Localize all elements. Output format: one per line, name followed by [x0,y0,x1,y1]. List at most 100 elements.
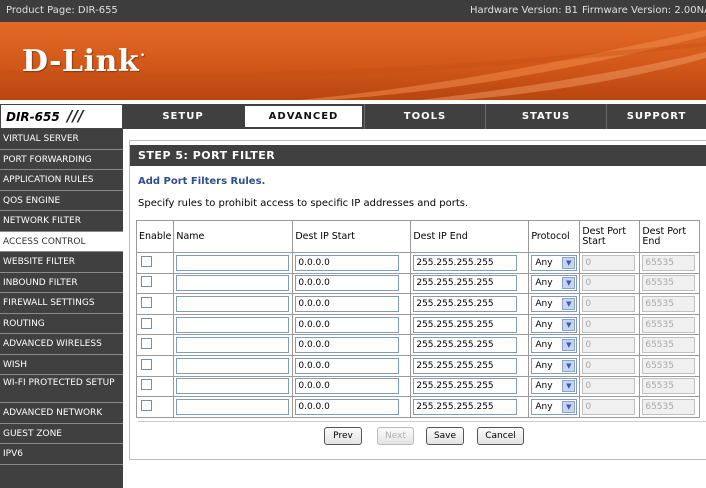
dest-port-end-input[interactable]: 65535 [642,275,696,292]
dest-ip-end-input[interactable]: 255.255.255.255 [413,275,518,292]
protocol-select[interactable]: Any ▼ [531,398,578,415]
sidebar-item-qos-engine[interactable]: QOS ENGINE [0,191,123,211]
name-input[interactable] [176,378,290,395]
ip-start-cell: 0.0.0.0 [292,396,412,418]
top-info-bar: Product Page: DIR-655 Hardware Version: … [0,0,706,22]
dest-ip-start-input[interactable]: 0.0.0.0 [295,378,400,395]
enable-checkbox[interactable] [141,276,152,288]
protocol-select[interactable]: Any ▼ [531,295,578,312]
dest-port-start-input[interactable]: 0 [582,357,636,374]
name-input[interactable] [176,398,290,415]
enable-checkbox[interactable] [141,358,152,370]
protocol-value: Any [535,278,553,289]
sidebar-item-virtual-server[interactable]: VIRTUAL SERVER [0,129,123,150]
dest-ip-start-input[interactable]: 0.0.0.0 [295,316,400,333]
sidebar-item-port-forwarding[interactable]: PORT FORWARDING [0,150,123,170]
chevron-down-icon[interactable]: ▼ [562,256,576,269]
dest-ip-end-input[interactable]: 255.255.255.255 [413,357,518,374]
dest-port-start-input[interactable]: 0 [582,275,636,292]
chevron-down-icon[interactable]: ▼ [562,277,576,290]
dest-ip-start-input[interactable]: 0.0.0.0 [295,254,400,271]
tab-setup[interactable]: SETUP [123,104,243,129]
chevron-down-icon[interactable]: ▼ [562,400,576,413]
subsection-title: Add Port Filters Rules. [138,176,266,187]
sidebar-item-wifi-protected-setup[interactable]: WI-FI PROTECTED SETUP [0,375,123,403]
dest-port-end-input[interactable]: 65535 [642,295,696,312]
protocol-select[interactable]: Any ▼ [531,357,578,374]
protocol-select[interactable]: Any ▼ [531,316,578,333]
col-dest-ip-start: Dest IP Start [292,220,412,253]
dest-ip-end-input[interactable]: 255.255.255.255 [413,316,518,333]
dest-ip-end-input[interactable]: 255.255.255.255 [413,295,518,312]
enable-checkbox[interactable] [141,317,152,329]
dest-port-end-input[interactable]: 65535 [642,254,696,271]
dest-port-end-input[interactable]: 65535 [642,316,696,333]
button-row: Prev Next Save Cancel [130,427,706,447]
dest-ip-start-input[interactable]: 0.0.0.0 [295,295,400,312]
sidebar-item-routing[interactable]: ROUTING [0,314,123,334]
dest-port-end-input[interactable]: 65535 [642,357,696,374]
sidebar-item-inbound-filter[interactable]: INBOUND FILTER [0,273,123,293]
name-input[interactable] [176,254,290,271]
enable-checkbox[interactable] [141,379,152,391]
chevron-down-icon[interactable]: ▼ [562,359,576,372]
save-button[interactable]: Save [426,427,464,445]
dest-ip-end-input[interactable]: 255.255.255.255 [413,398,518,415]
name-input[interactable] [176,295,290,312]
dest-port-end-input[interactable]: 65535 [642,378,696,395]
dest-ip-end-input[interactable]: 255.255.255.255 [413,378,518,395]
sidebar-item-ipv6[interactable]: IPV6 [0,444,123,465]
dest-ip-start-input[interactable]: 0.0.0.0 [295,357,400,374]
chevron-down-icon[interactable]: ▼ [562,318,576,331]
enable-cell [135,354,175,377]
port-start-cell: 0 [579,354,641,377]
dest-port-end-input[interactable]: 65535 [642,398,696,415]
sidebar-item-website-filter[interactable]: WEBSITE FILTER [0,252,123,273]
dest-port-start-input[interactable]: 0 [582,316,636,333]
dest-port-start-input[interactable]: 0 [582,295,636,312]
tab-advanced[interactable]: ADVANCED [243,104,364,129]
enable-checkbox[interactable] [141,296,152,308]
sidebar-item-advanced-network[interactable]: ADVANCED NETWORK [0,403,123,424]
enable-checkbox[interactable] [141,399,152,411]
protocol-select[interactable]: Any ▼ [531,254,578,271]
chevron-down-icon[interactable]: ▼ [562,297,576,310]
table-row: 0.0.0.0 255.255.255.255 Any ▼ 0 65535 [135,272,701,295]
name-input[interactable] [176,337,290,354]
dest-ip-start-input[interactable]: 0.0.0.0 [295,275,400,292]
dest-ip-start-input[interactable]: 0.0.0.0 [295,398,400,415]
name-cell [173,252,294,274]
name-input[interactable] [176,316,290,333]
dest-port-end-input[interactable]: 65535 [642,337,696,354]
sidebar-item-access-control[interactable]: ACCESS CONTROL [0,231,123,252]
sidebar-item-firewall-settings[interactable]: FIREWALL SETTINGS [0,293,123,314]
dest-ip-end-input[interactable]: 255.255.255.255 [413,254,518,271]
dest-port-start-input[interactable]: 0 [582,378,636,395]
enable-checkbox[interactable] [141,338,152,350]
protocol-select[interactable]: Any ▼ [531,337,578,354]
dest-ip-end-input[interactable]: 255.255.255.255 [413,337,518,354]
dest-ip-start-input[interactable]: 0.0.0.0 [295,337,400,354]
cancel-button[interactable]: Cancel [477,427,524,445]
tab-support[interactable]: SUPPORT [606,104,706,129]
name-input[interactable] [176,357,290,374]
enable-checkbox[interactable] [141,255,152,267]
dest-port-start-input[interactable]: 0 [582,337,636,354]
next-button[interactable]: Next [377,427,414,445]
protocol-select[interactable]: Any ▼ [531,275,578,292]
tab-status[interactable]: STATUS [485,104,606,129]
sidebar-item-wish[interactable]: WISH [0,355,123,375]
sidebar-item-application-rules[interactable]: APPLICATION RULES [0,170,123,191]
sidebar-item-network-filter[interactable]: NETWORK FILTER [0,211,123,232]
chevron-down-icon[interactable]: ▼ [562,380,576,393]
tab-tools[interactable]: TOOLS [364,104,485,129]
sidebar-item-advanced-wireless[interactable]: ADVANCED WIRELESS [0,334,123,355]
dest-port-start-input[interactable]: 0 [582,398,636,415]
protocol-select[interactable]: Any ▼ [531,378,578,395]
enable-cell [135,396,175,418]
name-input[interactable] [176,275,290,292]
prev-button[interactable]: Prev [324,427,362,445]
sidebar-item-guest-zone[interactable]: GUEST ZONE [0,424,123,444]
chevron-down-icon[interactable]: ▼ [562,339,576,352]
dest-port-start-input[interactable]: 0 [582,254,636,271]
